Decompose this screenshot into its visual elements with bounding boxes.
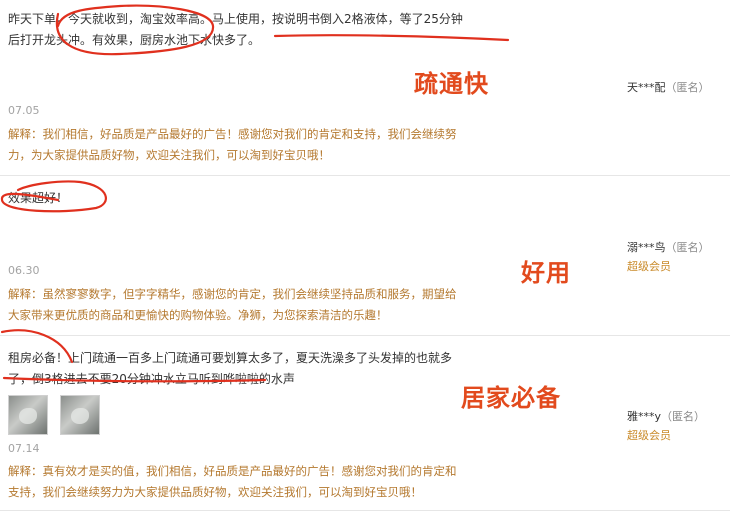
seller-reply: 解释：真有效才是买的值，我们相信，好品质是产品最好的广告！感谢您对我们的肯定和支… <box>8 464 457 499</box>
anonymous-tag: （匿名） <box>665 81 710 94</box>
reviewer-nickname: 天***配 <box>627 81 666 94</box>
review-photo[interactable] <box>60 395 100 435</box>
reviewer-name[interactable]: 溺***鸟（匿名） <box>627 239 710 255</box>
seller-reply: 解释：我们相信，好品质是产品最好的广告！感谢您对我们的肯定和支持，我们会继续努力… <box>8 127 457 162</box>
review-item: 租房必备！上门疏通一百多上门疏通可要划算太多了，夏天洗澡多了头发掉的也就多了，倒… <box>0 335 730 511</box>
review-item: 昨天下单，今天就收到，淘宝效率高。马上使用，按说明书倒入2格液体，等了25分钟后… <box>0 0 730 176</box>
review-date: 06.30 <box>8 264 40 277</box>
anonymous-tag: （匿名） <box>661 410 706 423</box>
reviewer-name[interactable]: 雅***y（匿名） <box>627 408 705 424</box>
review-item: 效果超好！ 好用 溺***鸟（匿名） 超级会员 06.30 解释：虽然寥寥数字，… <box>0 175 730 336</box>
annotation-label: 好用 <box>521 259 571 287</box>
anonymous-tag: （匿名） <box>665 241 710 254</box>
annotation-label: 居家必备 <box>461 384 561 412</box>
review-photo[interactable] <box>8 395 48 435</box>
review-date: 07.05 <box>8 104 40 117</box>
reviewer-nickname: 溺***鸟 <box>627 241 666 254</box>
seller-reply: 解释：虽然寥寥数字，但字字精华，感谢您的肯定，我们会继续坚持品质和服务，期望给大… <box>8 287 457 322</box>
annotation-label: 疏通快 <box>414 70 489 98</box>
reviewer-nickname: 雅***y <box>627 410 662 423</box>
membership-badge: 超级会员 <box>627 260 671 273</box>
review-content: 租房必备！上门疏通一百多上门疏通可要划算太多了，夏天洗澡多了头发掉的也就多了，倒… <box>8 351 453 386</box>
membership-badge: 超级会员 <box>627 429 671 442</box>
review-content: 昨天下单，今天就收到，淘宝效率高。马上使用，按说明书倒入2格液体，等了25分钟后… <box>8 12 463 47</box>
reviewer-name[interactable]: 天***配（匿名） <box>627 79 710 95</box>
review-date: 07.14 <box>8 442 40 455</box>
review-content: 效果超好！ <box>8 191 69 205</box>
